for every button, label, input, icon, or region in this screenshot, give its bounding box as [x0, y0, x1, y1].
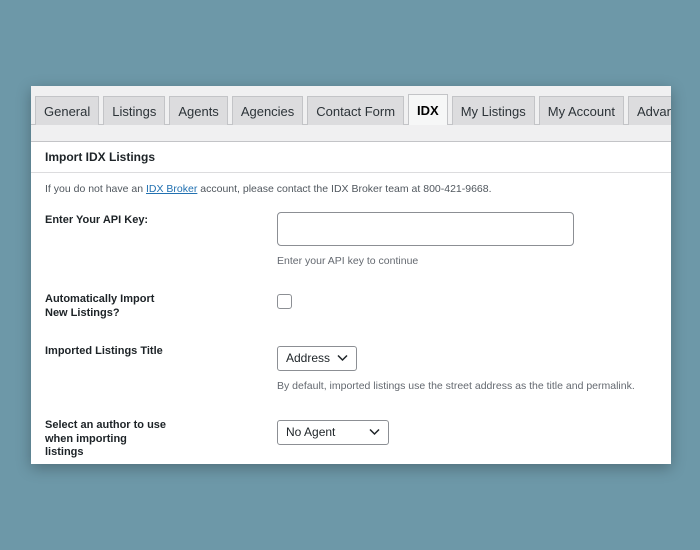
author-label-line1: Select an author to use — [45, 419, 167, 431]
listings-title-label: Imported Listings Title — [45, 345, 163, 357]
auto-import-checkbox[interactable] — [277, 294, 292, 309]
import-idx-panel: Import IDX Listings If you do not have a… — [31, 141, 671, 464]
tab-general[interactable]: General — [35, 96, 100, 125]
intro-text: If you do not have an IDX Broker account… — [45, 183, 492, 195]
tab-my-listings[interactable]: My Listings — [451, 96, 535, 125]
intro-text-before: If you do not have an — [45, 183, 146, 195]
author-label-line2: when importing — [45, 432, 127, 445]
api-key-input[interactable] — [277, 212, 574, 246]
author-label: Select an author to use when importing l… — [45, 419, 190, 460]
auto-import-label-line2: New Listings? — [45, 306, 120, 319]
tab-listings[interactable]: Listings — [103, 96, 166, 125]
settings-window: General Listings Agents Agencies Contact… — [31, 86, 671, 464]
idx-broker-link[interactable]: IDX Broker — [146, 183, 197, 195]
tab-my-account[interactable]: My Account — [538, 96, 624, 125]
author-label-line3: listings — [45, 446, 84, 458]
auto-import-label-line1: Automatically Import — [45, 293, 155, 305]
api-key-label: Enter Your API Key: — [45, 214, 149, 226]
author-selected: No Agent — [286, 425, 336, 439]
listings-title-description: By default, imported listings use the st… — [277, 380, 635, 392]
tab-advanced[interactable]: Advanced — [627, 96, 671, 125]
chevron-down-icon — [337, 354, 348, 362]
tab-bar: General Listings Agents Agencies Contact… — [35, 94, 671, 125]
tab-idx[interactable]: IDX — [408, 94, 448, 125]
chevron-down-icon — [369, 428, 380, 436]
panel-title: Import IDX Listings — [31, 142, 671, 173]
tab-agents[interactable]: Agents — [169, 96, 228, 125]
intro-text-after: account, please contact the IDX Broker t… — [197, 183, 492, 195]
listings-title-selected: Address — [286, 351, 331, 365]
author-select[interactable]: No Agent — [277, 420, 389, 445]
api-key-description: Enter your API key to continue — [277, 255, 419, 267]
auto-import-label: Automatically Import New Listings? — [45, 293, 190, 320]
listings-title-select[interactable]: Address — [277, 346, 357, 371]
tab-contact-form[interactable]: Contact Form — [307, 96, 405, 125]
tab-agencies[interactable]: Agencies — [231, 96, 304, 125]
